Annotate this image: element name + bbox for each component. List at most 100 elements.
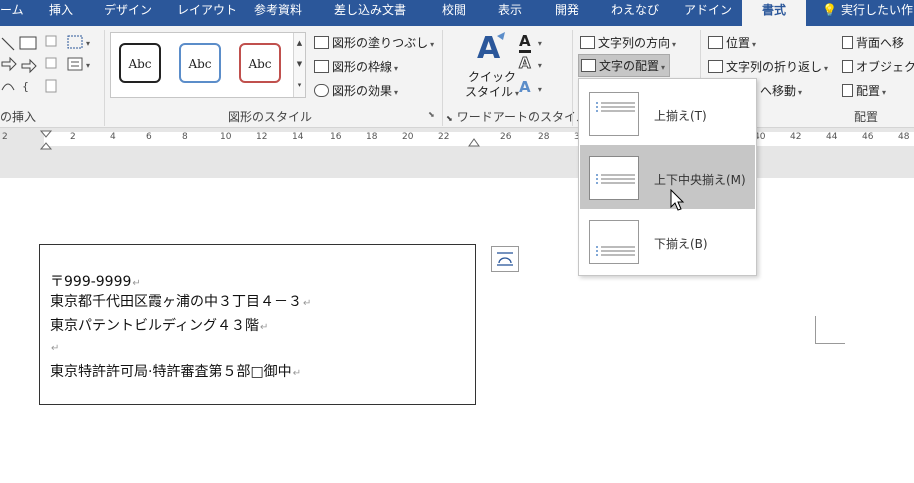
page-corner-mark [815,316,845,344]
layout-options-button[interactable] [491,246,519,272]
tab-wanavi[interactable]: わえなび [611,0,659,26]
tell-me-search[interactable]: 💡 実行したい作 [822,0,913,26]
tab-mailings[interactable]: 差し込み文書 [334,0,406,26]
chevron-down-icon: ▾ [430,40,435,49]
position-button[interactable]: 位置 ▾ [708,34,756,51]
shape-effects-icon [314,84,329,97]
paint-bucket-icon [314,36,329,49]
ruler-number: 16 [330,132,342,142]
address-line-2: 東京パテントビルディング４３階↵ [50,318,269,334]
layer-icon [842,36,853,49]
chevron-down-icon: ▾ [798,88,803,97]
pencil-outline-icon [314,60,329,73]
chevron-down-icon: ▾ [394,88,399,97]
shape-styles-group-label: 図形のスタイル [228,110,313,124]
indent-marker-icon[interactable] [40,130,54,150]
edit-shape-icon[interactable]: ▾ ▾ [66,34,96,74]
gallery-scroll[interactable]: ▲ ▼ ▾ [293,33,305,97]
ruler-number: 44 [826,132,838,142]
selection-pane-icon [842,60,853,73]
address-text-box[interactable]: 〒999-9999↵ 東京都千代田区霞ヶ浦の中３丁目４－３↵ 東京パテントビルデ… [39,244,476,405]
svg-text:▾: ▾ [86,39,90,48]
ruler-number: 46 [862,132,874,142]
chevron-down-icon: ▾ [394,64,399,73]
shape-style-black[interactable]: Abc [119,43,161,83]
tab-format[interactable]: 書式 [742,0,807,28]
ruler-number: 22 [438,132,450,142]
align-text-icon [581,59,596,72]
ruler-number: 10 [220,132,232,142]
recipient-line: 東京特許許可局·特許審査第５部□御中↵ [50,364,302,380]
group-separator [104,30,105,126]
ribbon: { ▾ ▾ の挿入 Abc Abc Abc ▲ ▼ ▾ 図形の塗りつぶし ▾ 図形… [0,26,914,128]
text-outline-icon[interactable]: A ▾ [519,54,542,73]
tab-addins[interactable]: アドイン [684,0,732,26]
tab-home[interactable]: ーム [0,0,24,26]
ruler-number: 28 [538,132,550,142]
shape-style-gallery: Abc Abc Abc ▲ ▼ ▾ [110,32,306,98]
ruler-number: 14 [292,132,304,142]
align-top-icon [589,92,639,136]
bring-forward-button[interactable]: 背面へ移 [842,34,904,51]
align-middle-item[interactable]: 上下中央揃え(M) [580,145,755,209]
shape-effects-button[interactable]: 図形の効果 ▾ [314,82,398,99]
tab-references[interactable]: 参考資料 [254,0,302,26]
wordart-a-icon[interactable]: A [473,30,509,66]
ruler-number: 4 [110,132,116,142]
address-line-1: 東京都千代田区霞ヶ浦の中３丁目４－３↵ [50,294,312,310]
shape-style-red[interactable]: Abc [239,43,281,83]
chevron-down-icon: ▾ [824,64,829,73]
mouse-pointer-icon [670,189,685,211]
tab-review[interactable]: 校閲 [442,0,466,26]
align-bottom-item[interactable]: 下揃え(B) [580,209,755,273]
ruler-number: 20 [402,132,414,142]
dialog-launcher-icon[interactable]: ⬊ [428,110,435,119]
tab-insert[interactable]: 挿入 [49,0,73,26]
text-direction-icon [580,36,595,49]
shape-style-blue[interactable]: Abc [179,43,221,83]
arrange-group-label: 配置 [854,110,879,124]
wrap-text-button[interactable]: 文字列の折り返し ▾ [708,58,828,75]
selection-pane-button[interactable]: オブジェクト [842,58,914,75]
align-button[interactable]: 配置 ▾ [842,82,886,99]
shape-outline-button[interactable]: 図形の枠線 ▾ [314,58,398,75]
svg-text:{: { [22,80,29,93]
scroll-up-icon[interactable]: ▲ [294,33,305,54]
gallery-more-icon[interactable]: ▾ [294,75,305,96]
ruler-number: 2 [70,132,76,142]
text-align-button[interactable]: 文字の配置 ▾ [578,54,671,77]
chevron-down-icon: ▾ [661,63,666,72]
svg-text:▾: ▾ [86,61,90,70]
tab-layout[interactable]: レイアウト [177,0,237,26]
wrap-text-icon [708,60,723,73]
horizontal-ruler[interactable]: 2246810121416182022262830323436384042444… [0,128,914,150]
text-align-dropdown: 上揃え(T) 上下中央揃え(M) 下揃え(B) [578,78,757,276]
text-fill-icon[interactable]: A ▾ [519,32,542,53]
tab-developer[interactable]: 開発 [555,0,579,26]
ruler-number: 2 [2,132,8,142]
align-objects-icon [842,84,853,97]
align-bottom-icon [589,220,639,264]
shape-fill-button[interactable]: 図形の塗りつぶし ▾ [314,34,434,51]
text-effects-icon[interactable]: A ▾ [519,78,542,96]
text-direction-button[interactable]: 文字列の方向 ▾ [580,34,676,51]
position-icon [708,36,723,49]
shapes-palette-icon[interactable]: { [0,34,62,96]
wordart-styles-group-label: ⬊ ワードアートのスタイル [446,110,588,124]
ruler-number: 18 [366,132,378,142]
layout-options-icon [497,252,513,266]
scroll-down-icon[interactable]: ▼ [294,54,305,75]
align-top-item[interactable]: 上揃え(T) [580,81,755,145]
right-indent-marker-icon[interactable] [468,137,480,147]
ruler-number: 48 [898,132,910,142]
send-backward-button[interactable]: へ移動 ▾ [760,82,802,99]
quick-style-button[interactable]: クイック スタイル ▾ [462,70,522,101]
tab-design[interactable]: デザイン [104,0,152,26]
empty-line: ↵ [51,343,60,354]
ruler-number: 12 [256,132,268,142]
insert-shapes-group-label: の挿入 [0,110,37,124]
chevron-down-icon: ▾ [672,40,677,49]
ruler-number: 6 [146,132,152,142]
align-middle-icon [589,156,639,200]
tab-view[interactable]: 表示 [498,0,522,26]
